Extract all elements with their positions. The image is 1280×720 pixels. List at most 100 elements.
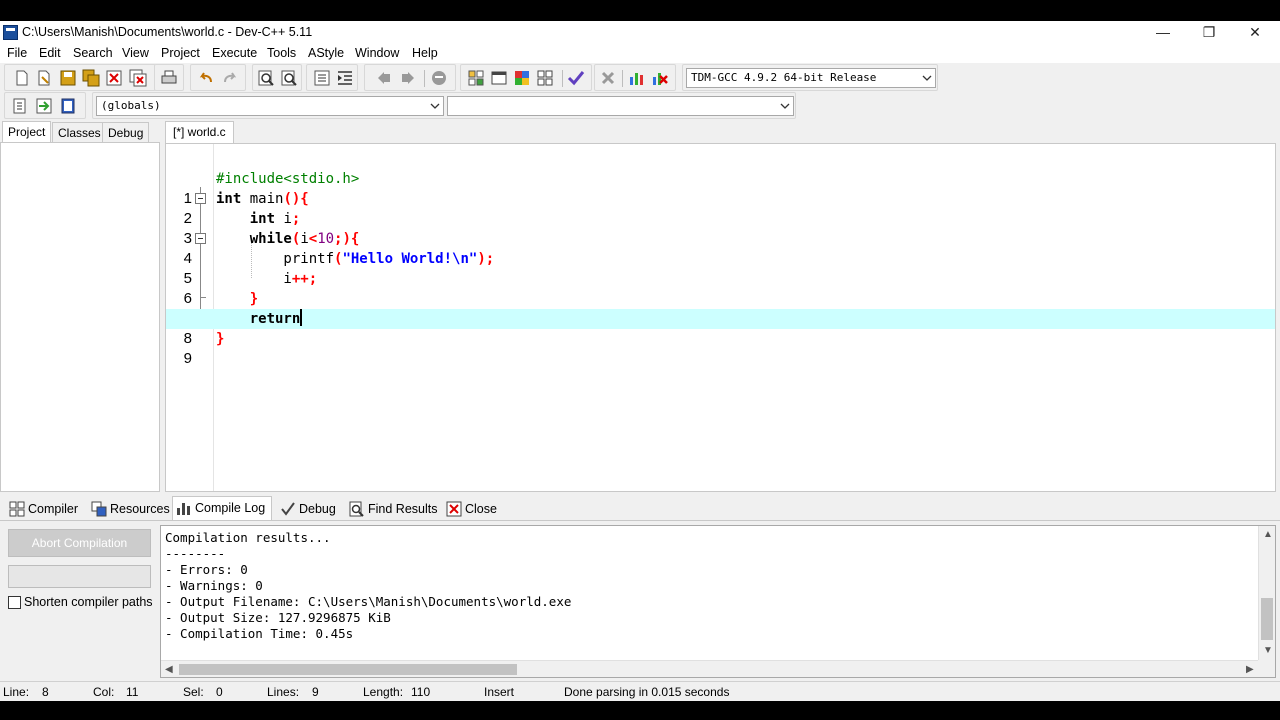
menu-tools[interactable]: Tools: [267, 46, 296, 60]
menu-execute[interactable]: Execute: [212, 46, 257, 60]
tab-compile-log-label: Compile Log: [195, 501, 266, 515]
tab-compile-log[interactable]: Compile Log: [172, 496, 273, 520]
menu-project[interactable]: Project: [161, 46, 200, 60]
menu-edit[interactable]: Edit: [39, 46, 61, 60]
save-all-icon[interactable]: [82, 69, 100, 87]
goto-line-icon[interactable]: [430, 69, 448, 87]
project-tree-panel[interactable]: [0, 142, 160, 492]
class-combo[interactable]: (globals): [96, 96, 444, 116]
insert-code-icon[interactable]: [11, 97, 29, 115]
goto-definition-icon[interactable]: [59, 97, 77, 115]
class-browser-toolbar: [4, 92, 86, 119]
fold-collapse-icon[interactable]: [195, 233, 206, 244]
tab-debug[interactable]: Debug: [102, 122, 150, 143]
new-project-icon[interactable]: [467, 69, 485, 87]
new-file-icon[interactable]: [13, 69, 31, 87]
status-sel-label: Sel:: [183, 685, 204, 699]
code-editor[interactable]: 1 #include<stdio.h> 2 int main(){ 3 int …: [165, 143, 1276, 492]
close-file-icon[interactable]: [105, 69, 123, 87]
code-line: 1 #include<stdio.h>: [166, 169, 1275, 207]
check-syntax-icon[interactable]: [567, 69, 585, 87]
shorten-paths-checkbox[interactable]: [8, 596, 21, 609]
editor-tab-world-c[interactable]: [*] world.c: [165, 121, 234, 143]
tab-close[interactable]: Close: [443, 498, 503, 520]
bookmark-next-icon[interactable]: [399, 69, 417, 87]
redo-icon[interactable]: [221, 69, 239, 87]
check-icon: [280, 501, 296, 517]
goto-declaration-icon[interactable]: [35, 97, 53, 115]
print-icon[interactable]: [160, 69, 178, 87]
code-text: }: [249, 291, 259, 307]
tab-resources[interactable]: Resources: [88, 498, 176, 520]
open-file-icon[interactable]: [35, 69, 53, 87]
scroll-up-icon[interactable]: ▲: [1263, 526, 1273, 543]
compile-log-output[interactable]: Compilation results... -------- - Errors…: [160, 525, 1276, 678]
status-length-label: Length:: [363, 685, 404, 699]
log-vertical-scroll-thumb[interactable]: [1261, 598, 1273, 640]
indent-toolbar: [306, 64, 358, 91]
scroll-right-icon[interactable]: ▶: [1246, 661, 1254, 677]
find-icon[interactable]: [257, 69, 275, 87]
class-toolbar: (globals): [0, 92, 800, 119]
menu-file[interactable]: File: [7, 46, 27, 60]
menu-help[interactable]: Help: [412, 46, 438, 60]
menu-window[interactable]: Window: [355, 46, 399, 60]
stop-execution-icon[interactable]: [599, 69, 617, 87]
close-window-button[interactable]: ✕: [1232, 21, 1278, 45]
undo-icon[interactable]: [197, 69, 215, 87]
code-text: #include<stdio.h>: [216, 171, 360, 187]
chevron-down-icon: [922, 69, 932, 87]
toggle-comment-icon[interactable]: [313, 69, 331, 87]
indent-icon[interactable]: [336, 69, 354, 87]
tab-compiler[interactable]: Compiler: [6, 498, 84, 520]
compiler-select[interactable]: TDM-GCC 4.9.2 64-bit Release: [686, 68, 936, 88]
save-icon[interactable]: [59, 69, 77, 87]
log-horizontal-scrollbar[interactable]: ◀ ▶: [161, 660, 1260, 677]
menu-astyle[interactable]: AStyle: [308, 46, 344, 60]
window-icon[interactable]: [490, 69, 508, 87]
log-line: - Compilation Time: 0.45s: [165, 626, 354, 641]
tab-project[interactable]: Project: [2, 121, 52, 143]
grid-icon[interactable]: [536, 69, 554, 87]
bookmark-prev-icon[interactable]: [375, 69, 393, 87]
minimize-button[interactable]: —: [1140, 21, 1186, 45]
compiler-toolbar: TDM-GCC 4.9.2 64-bit Release: [682, 64, 938, 91]
compiler-select-value: TDM-GCC 4.9.2 64-bit Release: [691, 71, 877, 84]
scroll-down-icon[interactable]: ▼: [1263, 642, 1273, 659]
status-lines-value: 9: [312, 685, 319, 699]
log-horizontal-scroll-thumb[interactable]: [179, 664, 517, 675]
member-combo[interactable]: [447, 96, 794, 116]
toolbar-separator: [562, 70, 563, 87]
code-line: 6 i++;: [166, 269, 1275, 307]
compiler-grid-icon: [9, 501, 25, 517]
code-text: while(i<10;){: [249, 231, 360, 247]
code-text: return: [249, 309, 303, 327]
log-line: - Output Size: 127.9296875 KiB: [165, 610, 391, 625]
fold-collapse-icon[interactable]: [195, 193, 206, 204]
left-panel-tabs: Project Classes Debug: [0, 121, 160, 143]
restore-button[interactable]: ❐: [1186, 21, 1232, 45]
tab-classes[interactable]: Classes: [52, 122, 107, 143]
status-length-value: 110: [411, 685, 431, 699]
profile-chart-icon[interactable]: [628, 69, 646, 87]
text-caret: [300, 309, 303, 326]
tab-debug-output[interactable]: Debug: [277, 498, 342, 520]
compile-icon[interactable]: [513, 69, 531, 87]
menu-view[interactable]: View: [122, 46, 149, 60]
find-icon: [349, 501, 365, 517]
line-number: 9: [183, 350, 192, 367]
log-vertical-scrollbar[interactable]: ▲ ▼: [1258, 526, 1275, 660]
tab-find-results[interactable]: Find Results: [346, 498, 443, 520]
devcpp-app-icon: [3, 25, 18, 40]
status-sel-value: 0: [216, 685, 223, 699]
replace-icon[interactable]: [280, 69, 298, 87]
menu-search[interactable]: Search: [73, 46, 113, 60]
status-lines-label: Lines:: [267, 685, 300, 699]
project-toolbar: [460, 64, 592, 91]
status-line-value: 8: [42, 685, 49, 699]
delete-profile-icon[interactable]: [651, 69, 669, 87]
close-all-icon[interactable]: [129, 69, 147, 87]
code-line: 2 int main(){: [166, 189, 1275, 227]
abort-compilation-button[interactable]: Abort Compilation: [8, 529, 151, 557]
scroll-left-icon[interactable]: ◀: [165, 661, 173, 677]
